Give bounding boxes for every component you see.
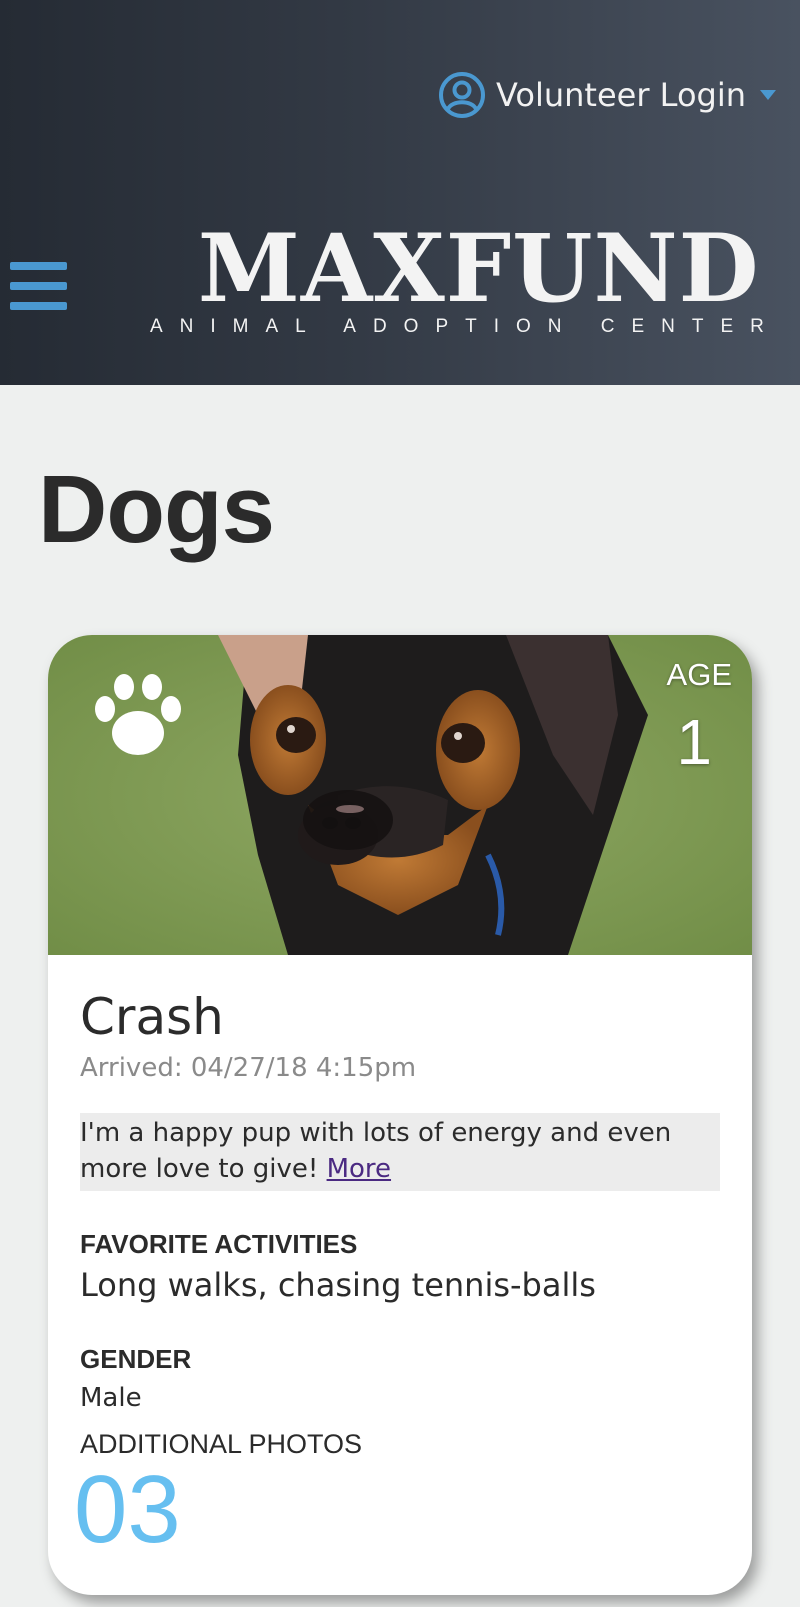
additional-photos-count[interactable]: 03 xyxy=(74,1462,720,1558)
more-link[interactable]: More xyxy=(327,1154,391,1184)
caret-down-icon xyxy=(760,90,776,100)
arrival-date: Arrived: 04/27/18 4:15pm xyxy=(80,1053,417,1083)
paw-icon xyxy=(95,674,181,755)
gender-label: GENDER xyxy=(80,1344,192,1374)
volunteer-login-label: Volunteer Login xyxy=(495,76,746,114)
volunteer-login-button[interactable]: Volunteer Login xyxy=(438,70,776,120)
gender-value: Male xyxy=(80,1383,142,1413)
menu-bar xyxy=(10,262,67,270)
menu-bar xyxy=(10,302,67,310)
pet-name: Crash xyxy=(80,988,224,1046)
logo-wordmark: MAXFUND xyxy=(197,214,760,324)
age-value: 1 xyxy=(676,706,712,778)
site-logo[interactable]: MAXFUND ANIMAL ADOPTION CENTER xyxy=(150,222,780,342)
site-header: Volunteer Login MAXFUND ANIMAL ADOPTION … xyxy=(0,0,800,385)
menu-bar xyxy=(10,282,67,290)
age-label: AGE xyxy=(666,657,732,692)
pet-card[interactable]: AGE 1 Crash Arrived: 04/27/18 4:15pm I'm… xyxy=(48,635,752,1595)
page-title: Dogs xyxy=(38,456,275,563)
pet-details: Crash Arrived: 04/27/18 4:15pm I'm a hap… xyxy=(74,987,720,1558)
user-circle-icon xyxy=(438,72,485,118)
pet-description: I'm a happy pup with lots of energy and … xyxy=(80,1113,720,1191)
favorite-activities-label: FAVORITE ACTIVITIES xyxy=(80,1229,358,1259)
hamburger-menu-icon[interactable] xyxy=(10,262,67,312)
favorite-activities-value: Long walks, chasing tennis-balls xyxy=(80,1266,596,1304)
pet-photo: AGE 1 xyxy=(48,635,752,955)
